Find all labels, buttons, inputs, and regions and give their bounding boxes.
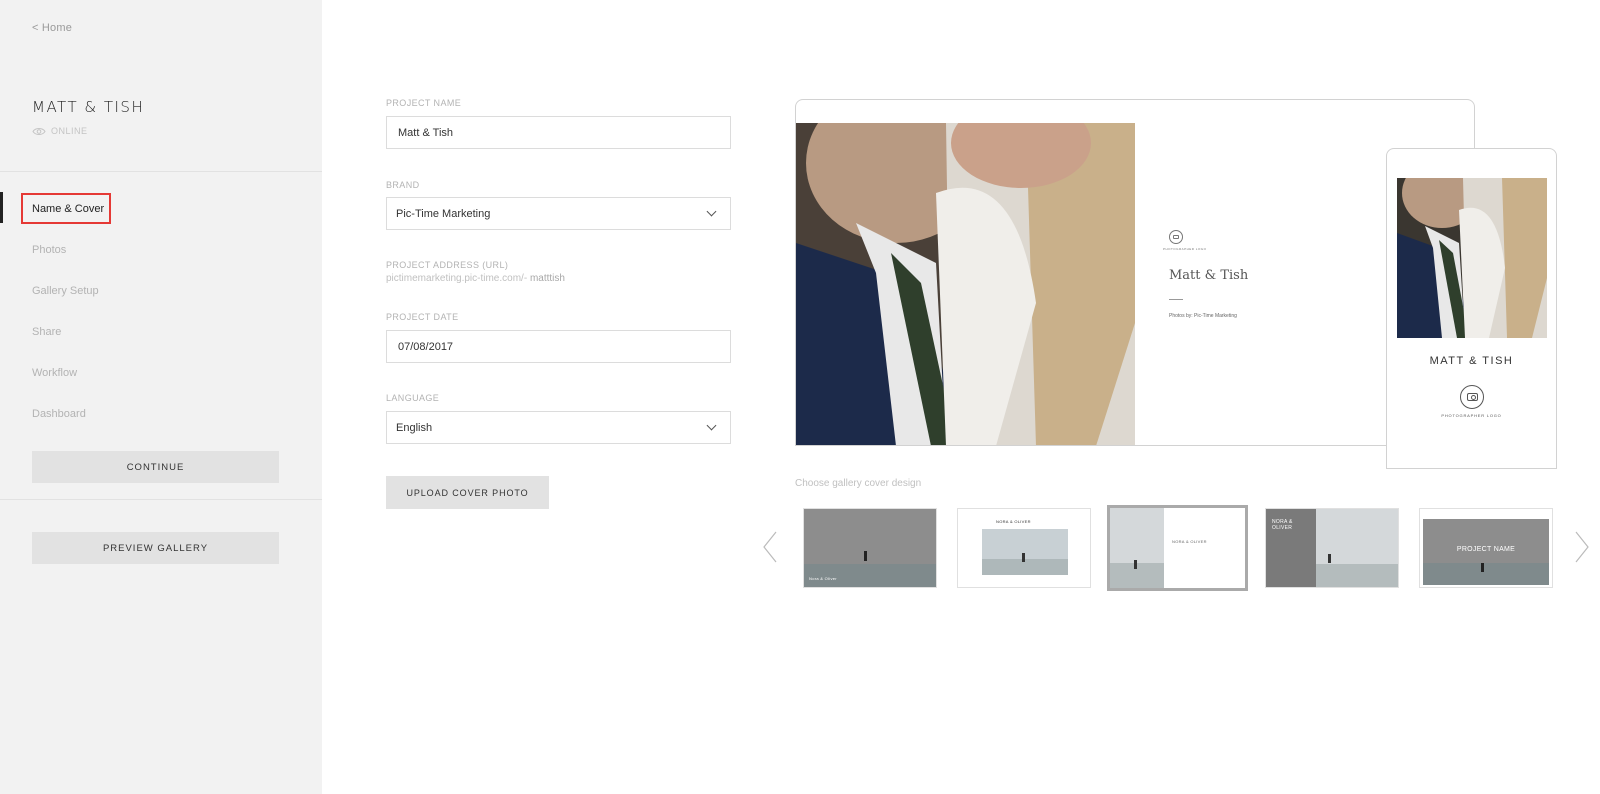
project-title: MATT & TISH	[32, 98, 145, 116]
active-nav-indicator	[0, 192, 3, 223]
upload-cover-photo-button[interactable]: UPLOAD COVER PHOTO	[386, 476, 549, 509]
nav-item-share[interactable]: Share	[32, 326, 61, 338]
desktop-project-name: Matt & Tish	[1169, 268, 1249, 283]
cover-design-label: Choose gallery cover design	[795, 478, 922, 489]
nav-item-photos[interactable]: Photos	[32, 244, 66, 256]
cover-design-option-3[interactable]: NORA & OLIVER	[1107, 505, 1248, 591]
nav-item-dashboard[interactable]: Dashboard	[32, 408, 86, 420]
chevron-down-icon	[706, 420, 717, 431]
cover-design-option-2[interactable]: NORA & OLIVER	[957, 508, 1091, 588]
status-indicator: ONLINE	[32, 126, 88, 136]
desktop-divider	[1169, 299, 1183, 300]
thumb-title: PROJECT NAME	[1456, 546, 1516, 553]
cover-photo	[796, 123, 1135, 445]
nav-item-workflow[interactable]: Workflow	[32, 367, 77, 379]
thumb-title: NORA & OLIVER	[1272, 519, 1293, 531]
mobile-preview: MATT & TISH PHOTOGRAPHER LOGO	[1386, 148, 1557, 469]
project-url: pictimemarketing.pic-time.com/- matttish	[386, 273, 565, 284]
desktop-credit: Photos by: Pic-Time Marketing	[1169, 313, 1237, 319]
beach-image	[1316, 509, 1398, 587]
logo-caption: PHOTOGRAPHER LOGO	[1163, 247, 1207, 251]
cover-design-option-4[interactable]: NORA & OLIVER	[1265, 508, 1399, 588]
url-label: PROJECT ADDRESS (URL)	[386, 260, 509, 270]
sidebar-divider-2	[0, 499, 322, 500]
mobile-logo-caption: PHOTOGRAPHER LOGO	[1441, 413, 1502, 418]
language-value: English	[396, 421, 433, 434]
desktop-preview: PHOTOGRAPHER LOGO Matt & Tish Photos by:…	[795, 99, 1475, 446]
beach-image	[982, 529, 1068, 575]
project-name-input[interactable]	[398, 126, 719, 139]
desktop-cover-text: PHOTOGRAPHER LOGO Matt & Tish Photos by:…	[1163, 230, 1249, 319]
beach-image	[1110, 508, 1164, 588]
date-label: PROJECT DATE	[386, 312, 459, 322]
nav-item-gallery-setup[interactable]: Gallery Setup	[32, 285, 99, 297]
preview-gallery-button[interactable]: PREVIEW GALLERY	[32, 532, 279, 564]
status-text: ONLINE	[51, 126, 88, 136]
mobile-project-name: MATT & TISH	[1429, 355, 1514, 367]
brand-label: BRAND	[386, 180, 420, 190]
continue-button[interactable]: CONTINUE	[32, 451, 279, 483]
thumb-title: NORA & OLIVER	[1172, 539, 1207, 544]
cover-design-option-1[interactable]: Nora & Oliver	[803, 508, 937, 588]
sidebar: < Home MATT & TISH ONLINE Name & Cover P…	[0, 0, 322, 794]
camera-icon	[1169, 230, 1183, 244]
chevron-right-icon[interactable]	[1574, 530, 1590, 564]
url-prefix: pictimemarketing.pic-time.com/-	[386, 273, 528, 284]
chevron-down-icon	[706, 206, 717, 217]
project-date-input[interactable]	[398, 340, 719, 353]
thumb-title: Nora & Oliver	[809, 576, 837, 581]
nav-item-name-cover[interactable]: Name & Cover	[32, 203, 104, 215]
cover-photo-mobile	[1397, 178, 1547, 338]
project-name-label: PROJECT NAME	[386, 98, 462, 108]
sidebar-divider	[0, 171, 322, 172]
chevron-left-icon[interactable]	[762, 530, 778, 564]
eye-icon	[32, 127, 46, 135]
brand-select[interactable]: Pic-Time Marketing	[386, 197, 731, 230]
camera-icon	[1460, 385, 1484, 409]
thumb-title: NORA & OLIVER	[996, 519, 1031, 524]
cover-design-option-5[interactable]: PROJECT NAME	[1419, 508, 1553, 588]
date-field	[386, 330, 731, 363]
project-name-field	[386, 116, 731, 149]
language-select[interactable]: English	[386, 411, 731, 444]
language-label: LANGUAGE	[386, 393, 440, 403]
url-slug[interactable]: matttish	[530, 273, 565, 284]
brand-value: Pic-Time Marketing	[396, 207, 491, 220]
home-link[interactable]: < Home	[32, 22, 72, 34]
